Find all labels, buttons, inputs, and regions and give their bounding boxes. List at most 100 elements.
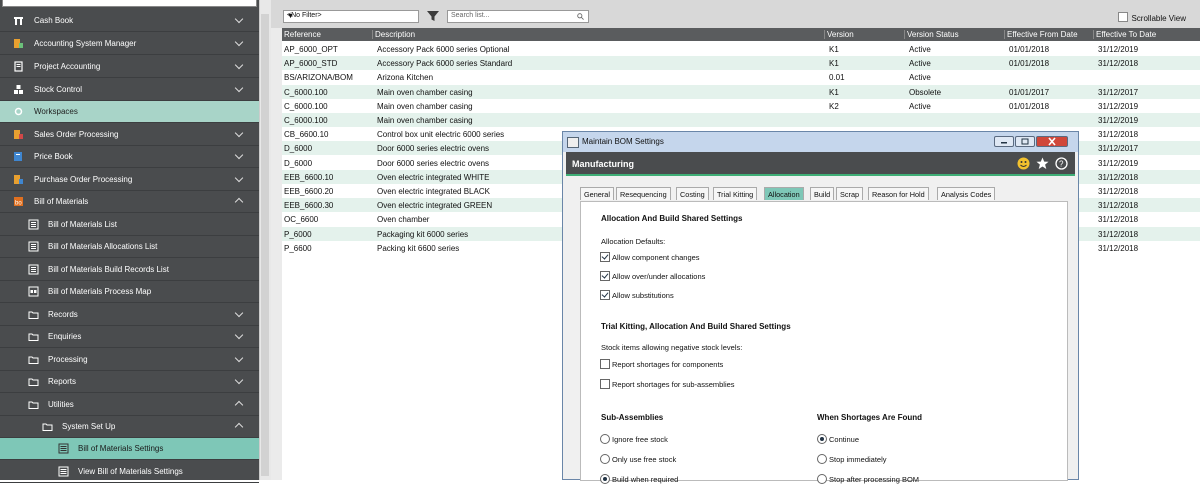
sidebar-item-cash-book[interactable]: Cash Book bbox=[0, 10, 259, 32]
column-header-reference[interactable]: Reference bbox=[282, 30, 321, 39]
column-header-effective-from[interactable]: Effective From Date bbox=[1004, 30, 1078, 39]
chevron-down-icon[interactable] bbox=[236, 16, 242, 22]
tab-allocation[interactable]: Allocation bbox=[764, 187, 804, 200]
sidebar-item-sales-order-processing[interactable]: Sales Order Processing bbox=[0, 124, 259, 146]
filter-funnel-icon[interactable] bbox=[426, 9, 440, 23]
dialog-titlebar[interactable]: Maintain BOM Settings bbox=[563, 132, 1078, 152]
sidebar-item-bill-of-materials[interactable]: bo Bill of Materials bbox=[0, 191, 259, 213]
chevron-down-icon[interactable] bbox=[236, 39, 242, 45]
report-shortages-components-checkbox[interactable]: Report shortages for components bbox=[600, 359, 723, 369]
filter-dropdown[interactable]: <No Filter> ▼ bbox=[283, 10, 419, 23]
checkbox-checked[interactable] bbox=[600, 290, 610, 300]
cell-version: K2 bbox=[829, 101, 839, 111]
sidebar-item-reports[interactable]: Reports bbox=[0, 371, 259, 393]
chevron-down-icon: ▼ bbox=[287, 13, 294, 20]
close-button[interactable] bbox=[1036, 136, 1068, 147]
restore-button[interactable] bbox=[1015, 136, 1035, 147]
sidebar-item-purchase-order-processing[interactable]: Purchase Order Processing bbox=[0, 169, 259, 191]
sidebar-item-bom-process-map[interactable]: Bill of Materials Process Map bbox=[0, 281, 259, 303]
radio-selected[interactable] bbox=[600, 474, 610, 484]
search-icon[interactable] bbox=[577, 13, 584, 20]
tab-analysis-codes[interactable]: Analysis Codes bbox=[937, 187, 996, 200]
sidebar-item-bom-allocations-list[interactable]: Bill of Materials Allocations List bbox=[0, 236, 259, 258]
sidebar-item-project-accounting[interactable]: Project Accounting bbox=[0, 56, 259, 78]
radio-unselected[interactable] bbox=[817, 454, 827, 464]
chevron-down-icon[interactable] bbox=[236, 85, 242, 91]
cash-book-icon bbox=[14, 17, 23, 25]
smiley-icon[interactable] bbox=[1017, 157, 1030, 170]
help-icon[interactable]: ? bbox=[1055, 157, 1068, 170]
column-header-version-status[interactable]: Version Status bbox=[904, 30, 959, 39]
sidebar-item-workspaces[interactable]: Workspaces bbox=[0, 101, 259, 123]
allow-component-changes-checkbox[interactable]: Allow component changes bbox=[600, 252, 700, 262]
chevron-down-icon[interactable] bbox=[236, 355, 242, 361]
list-icon bbox=[28, 264, 39, 275]
sidebar-item-label: Reports bbox=[48, 377, 77, 386]
column-header-effective-to[interactable]: Effective To Date bbox=[1093, 30, 1156, 39]
checkbox-unchecked[interactable] bbox=[600, 379, 610, 389]
tab-scrap[interactable]: Scrap bbox=[836, 187, 864, 200]
chevron-down-icon[interactable] bbox=[236, 332, 242, 338]
tab-resequencing[interactable]: Resequencing bbox=[616, 187, 671, 200]
sidebar-item-label: Bill of Materials Build Records List bbox=[48, 265, 169, 274]
chevron-down-icon[interactable] bbox=[236, 130, 242, 136]
star-icon[interactable] bbox=[1036, 157, 1049, 170]
tab-trial-kitting[interactable]: Trial Kitting bbox=[713, 187, 758, 200]
sidebar-scrollbar[interactable] bbox=[259, 0, 271, 480]
table-row[interactable]: C_6000.100 Main oven chamber casing K1 Obso… bbox=[282, 84, 1200, 99]
chevron-up-icon[interactable] bbox=[236, 422, 242, 428]
column-header-description[interactable]: Description bbox=[372, 30, 415, 39]
sidebar-item-stock-control[interactable]: Stock Control bbox=[0, 79, 259, 101]
table-row[interactable]: AP_6000_STD Accessory Pack 6000 series St… bbox=[282, 56, 1200, 71]
sidebar-item-bom-build-records-list[interactable]: Bill of Materials Build Records List bbox=[0, 259, 259, 281]
sidebar-item-price-book[interactable]: Price Book bbox=[0, 146, 259, 168]
radio-unselected[interactable] bbox=[600, 434, 610, 444]
radio-unselected[interactable] bbox=[600, 454, 610, 464]
sidebar-item-system-set-up[interactable]: System Set Up bbox=[0, 416, 259, 438]
sidebar-item-processing[interactable]: Processing bbox=[0, 349, 259, 371]
tab-build[interactable]: Build bbox=[810, 187, 835, 200]
column-header-version[interactable]: Version bbox=[824, 30, 854, 39]
sidebar-item-bom-list[interactable]: Bill of Materials List bbox=[0, 214, 259, 236]
chevron-down-icon[interactable] bbox=[236, 152, 242, 158]
tab-reason-for-hold[interactable]: Reason for Hold bbox=[868, 187, 929, 200]
build-when-required-radio[interactable]: Build when required bbox=[600, 474, 678, 484]
chevron-down-icon[interactable] bbox=[236, 377, 242, 383]
scrollbar-thumb[interactable] bbox=[261, 14, 269, 476]
cell-version: K1 bbox=[829, 45, 839, 54]
chevron-up-icon[interactable] bbox=[236, 197, 242, 203]
allow-substitutions-checkbox[interactable]: Allow substitutions bbox=[600, 290, 674, 300]
sidebar-item-utilities[interactable]: Utilities bbox=[0, 394, 259, 416]
sidebar-item-records[interactable]: Records bbox=[0, 304, 259, 326]
scrollable-view-checkbox[interactable] bbox=[1118, 12, 1129, 22]
table-row[interactable]: C_6000.100 Main oven chamber casing K2 Acti… bbox=[282, 99, 1200, 113]
table-row[interactable]: BS/ARIZONA/BOM Arizona Kitchen 0.01 Active bbox=[282, 70, 1200, 84]
ignore-free-stock-radio[interactable]: Ignore free stock bbox=[600, 434, 668, 444]
report-shortages-subassemblies-checkbox[interactable]: Report shortages for sub-assemblies bbox=[600, 379, 735, 389]
sidebar-item-accounting-system-manager[interactable]: Accounting System Manager bbox=[0, 33, 259, 55]
minimize-button[interactable] bbox=[994, 136, 1014, 147]
tab-general[interactable]: General bbox=[580, 187, 614, 200]
sidebar-item-enquiries[interactable]: Enquiries bbox=[0, 326, 259, 348]
allow-over-under-allocations-checkbox[interactable]: Allow over/under allocations bbox=[600, 271, 705, 281]
chevron-down-icon[interactable] bbox=[236, 310, 242, 316]
only-use-free-stock-radio[interactable]: Only use free stock bbox=[600, 454, 676, 464]
radio-selected[interactable] bbox=[817, 434, 827, 444]
tab-costing[interactable]: Costing bbox=[676, 187, 709, 200]
sidebar-item-bom-settings[interactable]: Bill of Materials Settings bbox=[0, 438, 259, 460]
scrollable-view-toggle[interactable]: Scrollable View bbox=[1118, 12, 1186, 23]
chevron-up-icon[interactable] bbox=[236, 400, 242, 406]
table-row[interactable]: C_6000.100 Main oven chamber casing 31/12/… bbox=[282, 113, 1200, 127]
search-input[interactable]: Search list... bbox=[447, 10, 589, 23]
stop-immediately-radio[interactable]: Stop immediately bbox=[817, 454, 887, 464]
chevron-down-icon[interactable] bbox=[236, 62, 242, 68]
stop-after-processing-bom-radio[interactable]: Stop after processing BOM bbox=[817, 474, 919, 484]
chevron-down-icon[interactable] bbox=[236, 175, 242, 181]
checkbox-checked[interactable] bbox=[600, 271, 610, 281]
radio-unselected[interactable] bbox=[817, 474, 827, 484]
continue-radio[interactable]: Continue bbox=[817, 434, 859, 444]
sidebar-search-box[interactable] bbox=[2, 0, 257, 7]
table-row[interactable]: AP_6000_OPT Accessory Pack 6000 series Op… bbox=[282, 42, 1200, 56]
checkbox-unchecked[interactable] bbox=[600, 359, 610, 369]
checkbox-checked[interactable] bbox=[600, 252, 610, 262]
